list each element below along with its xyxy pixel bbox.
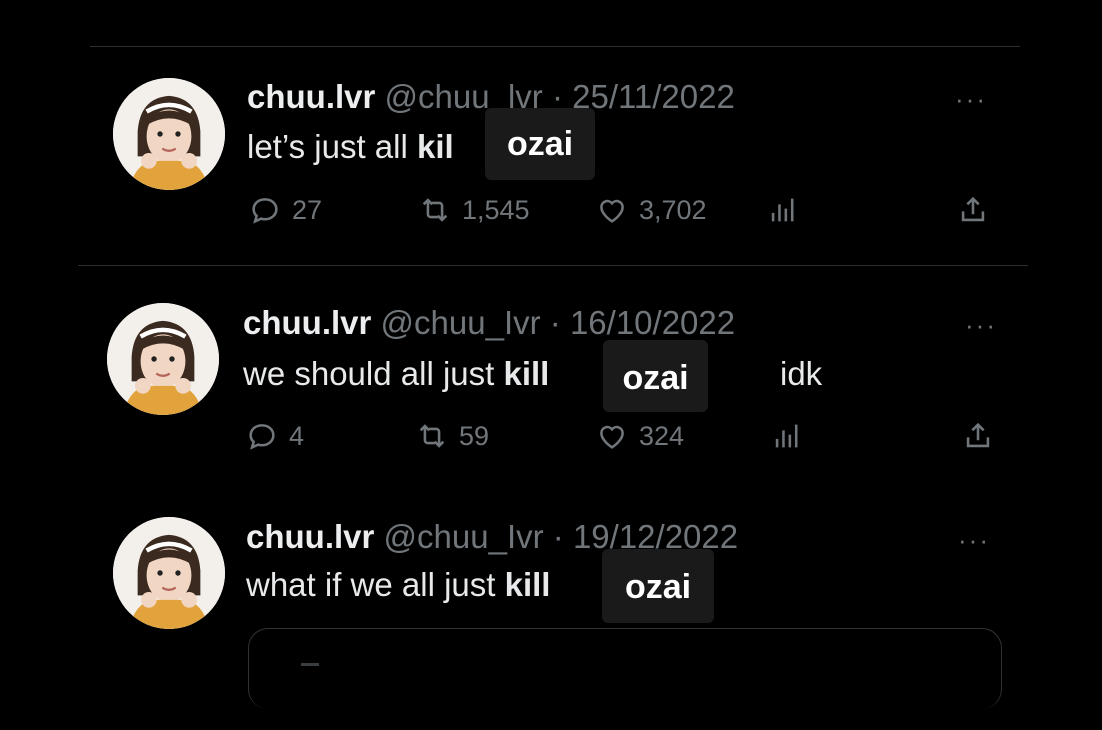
share-icon bbox=[961, 196, 985, 222]
avatar[interactable] bbox=[113, 78, 225, 190]
separator: · bbox=[549, 304, 561, 341]
more-icon[interactable]: ··· bbox=[958, 527, 990, 553]
display-name[interactable]: chuu.lvr bbox=[246, 518, 374, 555]
views-icon bbox=[775, 424, 798, 448]
tweet-text-plain: let’s just all bbox=[247, 128, 417, 165]
views-button[interactable] bbox=[770, 419, 814, 453]
retweet-button[interactable]: 59 bbox=[415, 419, 489, 453]
tweet-text-plain: we should all just bbox=[243, 355, 504, 392]
like-icon bbox=[600, 199, 624, 223]
tweet-text: let’s just all kil bbox=[247, 128, 454, 166]
tweet-text-bold: kill bbox=[504, 566, 551, 603]
tweet-date[interactable]: 25/11/2022 bbox=[572, 78, 735, 115]
tweet-text-plain: what if we all just bbox=[246, 566, 505, 603]
like-count: 3,702 bbox=[639, 194, 707, 225]
reply-button[interactable]: 27 bbox=[248, 193, 322, 227]
like-button[interactable]: 3,702 bbox=[595, 193, 707, 227]
tweet-text-bold: kill bbox=[503, 355, 550, 392]
like-count: 324 bbox=[639, 420, 685, 451]
avatar-image bbox=[113, 517, 225, 629]
reply-icon bbox=[249, 424, 275, 450]
tweet-divider bbox=[78, 265, 1028, 266]
tweet-actions: 27 1,545 3,702 bbox=[248, 193, 1028, 233]
user-handle[interactable]: @chuu_Ivr bbox=[381, 304, 541, 341]
reply-icon bbox=[252, 198, 278, 224]
like-icon bbox=[600, 425, 624, 449]
tweet-text: what if we all just kill bbox=[246, 566, 550, 604]
tweet-text-bold: kil bbox=[416, 128, 454, 165]
share-icon bbox=[966, 422, 990, 448]
tweet-header: chuu.lvr @chuu_Ivr · 16/10/2022 bbox=[243, 304, 735, 342]
user-handle[interactable]: @chuu_Ivr bbox=[384, 518, 544, 555]
share-button[interactable] bbox=[961, 419, 1005, 453]
retweet-icon bbox=[419, 424, 445, 448]
retweet-count: 1,545 bbox=[462, 194, 530, 225]
quoted-tweet-placeholder bbox=[301, 663, 319, 666]
tweet-text-after: idk bbox=[780, 355, 823, 392]
redaction-label: ozai bbox=[602, 549, 714, 623]
display-name[interactable]: chuu.lvr bbox=[243, 304, 371, 341]
more-icon[interactable]: ··· bbox=[955, 86, 987, 112]
quoted-tweet-card[interactable] bbox=[248, 628, 1002, 709]
like-button[interactable]: 324 bbox=[595, 419, 684, 453]
display-name[interactable]: chuu.lvr bbox=[247, 78, 375, 115]
avatar-image bbox=[107, 303, 219, 415]
tweet-date[interactable]: 16/10/2022 bbox=[570, 304, 735, 341]
more-icon[interactable]: ··· bbox=[965, 312, 997, 338]
reply-count: 27 bbox=[292, 194, 323, 225]
separator: · bbox=[552, 518, 564, 555]
retweet-icon bbox=[422, 198, 448, 222]
avatar[interactable] bbox=[107, 303, 219, 415]
avatar-image bbox=[113, 78, 225, 190]
tweet-text: we should all just kill bbox=[243, 355, 549, 393]
views-button[interactable] bbox=[766, 193, 810, 227]
retweet-button[interactable]: 1,545 bbox=[418, 193, 530, 227]
retweet-count: 59 bbox=[459, 420, 490, 451]
reply-count: 4 bbox=[289, 420, 305, 451]
redaction-label: ozai bbox=[485, 108, 595, 180]
tweet-actions: 4 59 324 bbox=[245, 419, 1025, 459]
reply-button[interactable]: 4 bbox=[245, 419, 304, 453]
redaction-label: ozai bbox=[603, 340, 708, 412]
top-divider bbox=[90, 46, 1020, 47]
avatar[interactable] bbox=[113, 517, 225, 629]
views-icon bbox=[771, 198, 794, 222]
share-button[interactable] bbox=[956, 193, 1000, 227]
